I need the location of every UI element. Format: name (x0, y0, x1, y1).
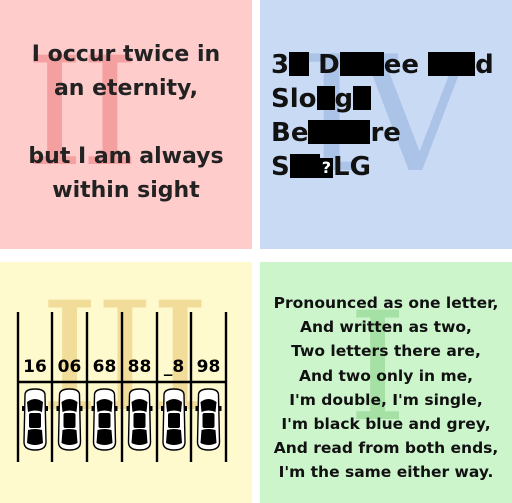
parking-spot-number: 16 (23, 357, 47, 377)
riddle-line: And written as two, (300, 318, 472, 337)
redaction-block (289, 154, 320, 178)
redacted-line-3: Be re (271, 118, 401, 148)
riddle-line: I'm the same either way. (278, 463, 494, 482)
parking-spot-number: 06 (58, 357, 82, 377)
riddle-line: Two letters there are, (291, 342, 481, 361)
text-fragment: d (475, 50, 494, 80)
car-icon (21, 388, 49, 451)
riddle-line: And read from both ends, (273, 439, 499, 458)
redaction-block (428, 52, 476, 76)
riddle-text-part-1: I occur twice in an eternity, (0, 38, 252, 106)
riddle-text-part-2: but I am always within sight (0, 140, 252, 208)
parking-spot-number: 68 (93, 357, 117, 377)
car-icon (90, 388, 119, 451)
riddle-line: I occur twice in (31, 42, 221, 67)
redaction-block (289, 52, 310, 76)
riddle-line: but I am always (28, 144, 224, 169)
redacted-line-2: Slo g (271, 84, 372, 114)
parking-lot-diagram: 16 06 68 88 _8 98 (16, 312, 228, 462)
redaction-block (339, 52, 384, 76)
text-fragment: S (271, 152, 290, 182)
parking-spot-number-missing: _8 (164, 357, 184, 377)
riddle-line: And two only in me, (298, 366, 474, 385)
riddle-line: Pronounced as one letter, (273, 294, 499, 312)
text-fragment: D (318, 50, 340, 80)
redacted-line-4: S ?LG (271, 152, 371, 182)
redacted-line-1: 3 Dee d (271, 50, 494, 80)
redaction-block (316, 86, 335, 110)
car-icon (125, 388, 154, 451)
riddle-line: an eternity, (53, 76, 199, 101)
riddle-line: I'm black blue and grey, (281, 415, 491, 434)
text-fragment: Slo (271, 84, 317, 114)
riddle-line: I'm double, I'm single, (289, 390, 483, 409)
text-fragment: ee (383, 50, 420, 80)
text-fragment: re (370, 118, 401, 148)
riddle-text: Pronounced as one letter, And written as… (260, 291, 512, 485)
car-icon (194, 388, 223, 451)
text-fragment: Be (271, 118, 309, 148)
text-fragment: 3 (271, 50, 290, 80)
parking-spot-number: 98 (197, 357, 221, 377)
redaction-block (308, 120, 371, 144)
car-icon (55, 388, 84, 451)
car-icon (160, 388, 188, 451)
question-mark-block: ? (319, 158, 334, 178)
text-fragment: g (334, 84, 354, 114)
riddle-line: within sight (52, 178, 200, 203)
text-fragment: LG (333, 152, 371, 182)
redaction-block (353, 86, 372, 110)
parking-spot-number: 88 (128, 357, 152, 377)
